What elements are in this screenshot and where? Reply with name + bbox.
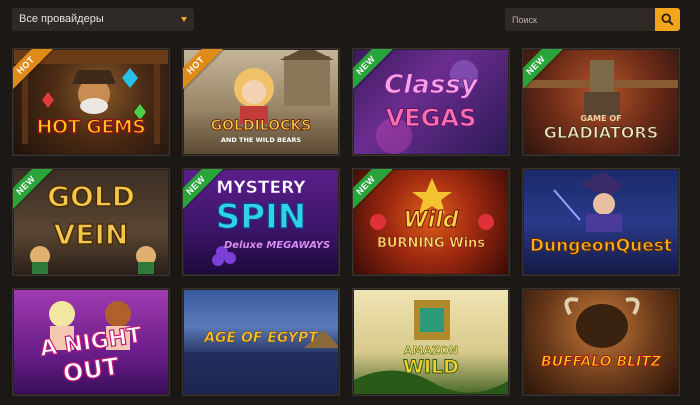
game-subtitle: BURNING Wins [376,236,486,252]
game-tile[interactable]: GOLD VEIN NEW [12,168,170,276]
game-subtitle: VEIN [53,217,129,252]
game-subtitle: AND THE WILD BEARS [220,136,302,144]
game-tile[interactable]: GAME OF GLADIATORS NEW [522,48,680,156]
buffalo-blitz-art [564,297,640,348]
games-grid: HOT GEMS HOT GOLDILOCKS AND THE WILD BEA… [0,0,700,405]
game-tile[interactable]: A NIGHT OUT [12,288,170,396]
game-title: HOT GEMS [36,115,147,139]
game-title: GAME OF [580,114,622,123]
game-title: Wild [403,208,459,234]
game-subtitle: SPIN [215,196,307,237]
game-title: DungeonQuest [529,236,673,257]
game-subtitle: WILD [403,356,460,379]
game-extra: Deluxe MEGAWAYS [224,240,331,251]
classy-vegas-art [376,60,478,154]
game-title: AGE OF EGYPT [204,330,318,347]
game-title: Classy [384,70,478,101]
game-tile[interactable]: MYSTERY SPIN Deluxe MEGAWAYS NEW [182,168,340,276]
dungeon-quest-art [553,172,624,232]
game-tile[interactable]: AMAZON WILD [352,288,510,396]
game-tile[interactable]: Wild BURNING Wins NEW [352,168,510,276]
game-tile[interactable]: BUFFALO BLITZ [522,288,680,396]
game-tile[interactable]: HOT GEMS HOT [12,48,170,156]
game-tile[interactable]: DungeonQuest [522,168,680,276]
game-subtitle: GLADIATORS [543,123,659,143]
hot-gems-art [14,50,168,144]
game-title: BUFFALO BLITZ [541,354,662,371]
game-tile[interactable]: AGE OF EGYPT [182,288,340,396]
amazon-wild-art [354,300,508,394]
game-tile[interactable]: Classy VEGAS NEW [352,48,510,156]
game-title: GOLDILOCKS [210,118,312,135]
game-tile[interactable]: GOLDILOCKS AND THE WILD BEARS HOT [182,48,340,156]
game-subtitle: VEGAS [385,104,477,133]
